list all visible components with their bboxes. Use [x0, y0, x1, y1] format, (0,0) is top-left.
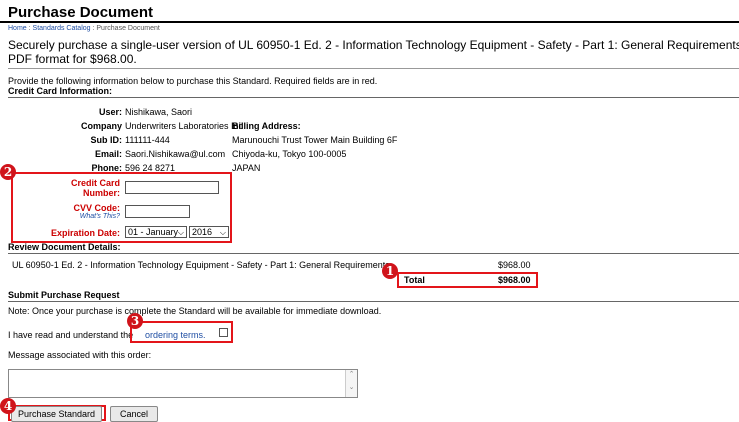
intro-line-1: Securely purchase a single-user version …	[8, 38, 739, 52]
expiration-label: Expiration Date:	[50, 228, 120, 238]
scroll-down-icon[interactable]: ⌄	[346, 383, 357, 392]
credit-card-divider	[8, 97, 739, 98]
cvv-input[interactable]	[125, 205, 190, 218]
breadcrumb-separator: :	[28, 25, 31, 32]
credit-card-heading: Credit Card Information:	[8, 86, 113, 96]
submit-note: Note: Once your purchase is complete the…	[8, 306, 382, 316]
total-price: $968.00	[498, 275, 531, 285]
purchase-standard-button[interactable]: Purchase Standard	[11, 406, 102, 422]
submit-heading: Submit Purchase Request	[8, 290, 120, 300]
expiration-month-value: 01 - January	[128, 227, 179, 237]
billing-address-heading: Billing Address:	[232, 121, 301, 131]
terms-prefix-text: I have read and understand the	[8, 330, 134, 340]
chevron-down-icon: ⌵	[219, 228, 226, 237]
textarea-scrollbar[interactable]: ⌃ ⌄	[345, 370, 357, 397]
total-label: Total	[404, 275, 425, 285]
company-label: Company	[80, 121, 122, 131]
breadcrumb-standards-catalog[interactable]: Standards Catalog	[33, 25, 91, 32]
expiration-year-select[interactable]: 2016 ⌵	[189, 226, 229, 238]
intro-line-2: PDF format for $968.00.	[8, 52, 137, 66]
instructions-text: Provide the following information below …	[8, 76, 378, 86]
review-divider	[8, 253, 739, 254]
intro-divider	[8, 68, 739, 69]
cvv-label: CVV Code:	[73, 203, 120, 213]
message-textarea[interactable]: ⌃ ⌄	[8, 369, 358, 398]
annotation-badge-1: 1	[382, 263, 398, 279]
billing-line-2: Chiyoda-ku, Tokyo 100-0005	[232, 149, 347, 159]
review-item-price: $968.00	[498, 260, 531, 270]
breadcrumb-separator: :	[92, 25, 95, 32]
cc-number-input[interactable]	[125, 181, 219, 194]
page-title: Purchase Document	[8, 4, 154, 21]
email-label: Email:	[94, 149, 122, 159]
cc-number-label: Credit Card Number:	[71, 178, 120, 198]
review-item-name: UL 60950-1 Ed. 2 - Information Technolog…	[12, 260, 390, 270]
submit-divider	[8, 301, 739, 302]
review-heading: Review Document Details:	[8, 242, 121, 252]
message-label: Message associated with this order:	[8, 350, 152, 360]
cancel-button[interactable]: Cancel	[110, 406, 158, 422]
breadcrumb-home[interactable]: Home	[8, 25, 27, 32]
user-value: Nishikawa, Saori	[125, 107, 193, 117]
terms-checkbox[interactable]	[219, 328, 228, 337]
subid-label: Sub ID:	[90, 135, 123, 145]
subid-value: 111111-444	[125, 135, 170, 145]
title-divider	[0, 21, 739, 23]
billing-line-3: JAPAN	[232, 163, 261, 173]
breadcrumb: Home : Standards Catalog : Purchase Docu…	[8, 25, 160, 32]
intro-text: Securely purchase a single-user version …	[8, 38, 739, 66]
expiration-month-select[interactable]: 01 - January ⌵	[125, 226, 187, 238]
company-value: Underwriters Laboratories Inc	[125, 121, 244, 131]
chevron-down-icon: ⌵	[177, 228, 184, 237]
billing-line-1: Marunouchi Trust Tower Main Building 6F	[232, 135, 398, 145]
annotation-badge-3: 3	[127, 313, 143, 329]
annotation-badge-4: 4	[0, 398, 16, 414]
expiration-year-value: 2016	[192, 227, 213, 237]
cc-number-label-line-2: Number:	[82, 188, 120, 198]
ordering-terms-link[interactable]: ordering terms.	[145, 330, 206, 340]
whats-this-link[interactable]: What's This?	[80, 213, 120, 220]
annotation-badge-2: 2	[0, 164, 16, 180]
email-value: Saori.Nishikawa@ul.com	[125, 149, 226, 159]
scroll-up-icon[interactable]: ⌃	[346, 370, 357, 379]
breadcrumb-current: Purchase Document	[96, 25, 160, 32]
cc-number-label-line-1: Credit Card	[70, 178, 120, 188]
user-label: User:	[98, 107, 122, 117]
